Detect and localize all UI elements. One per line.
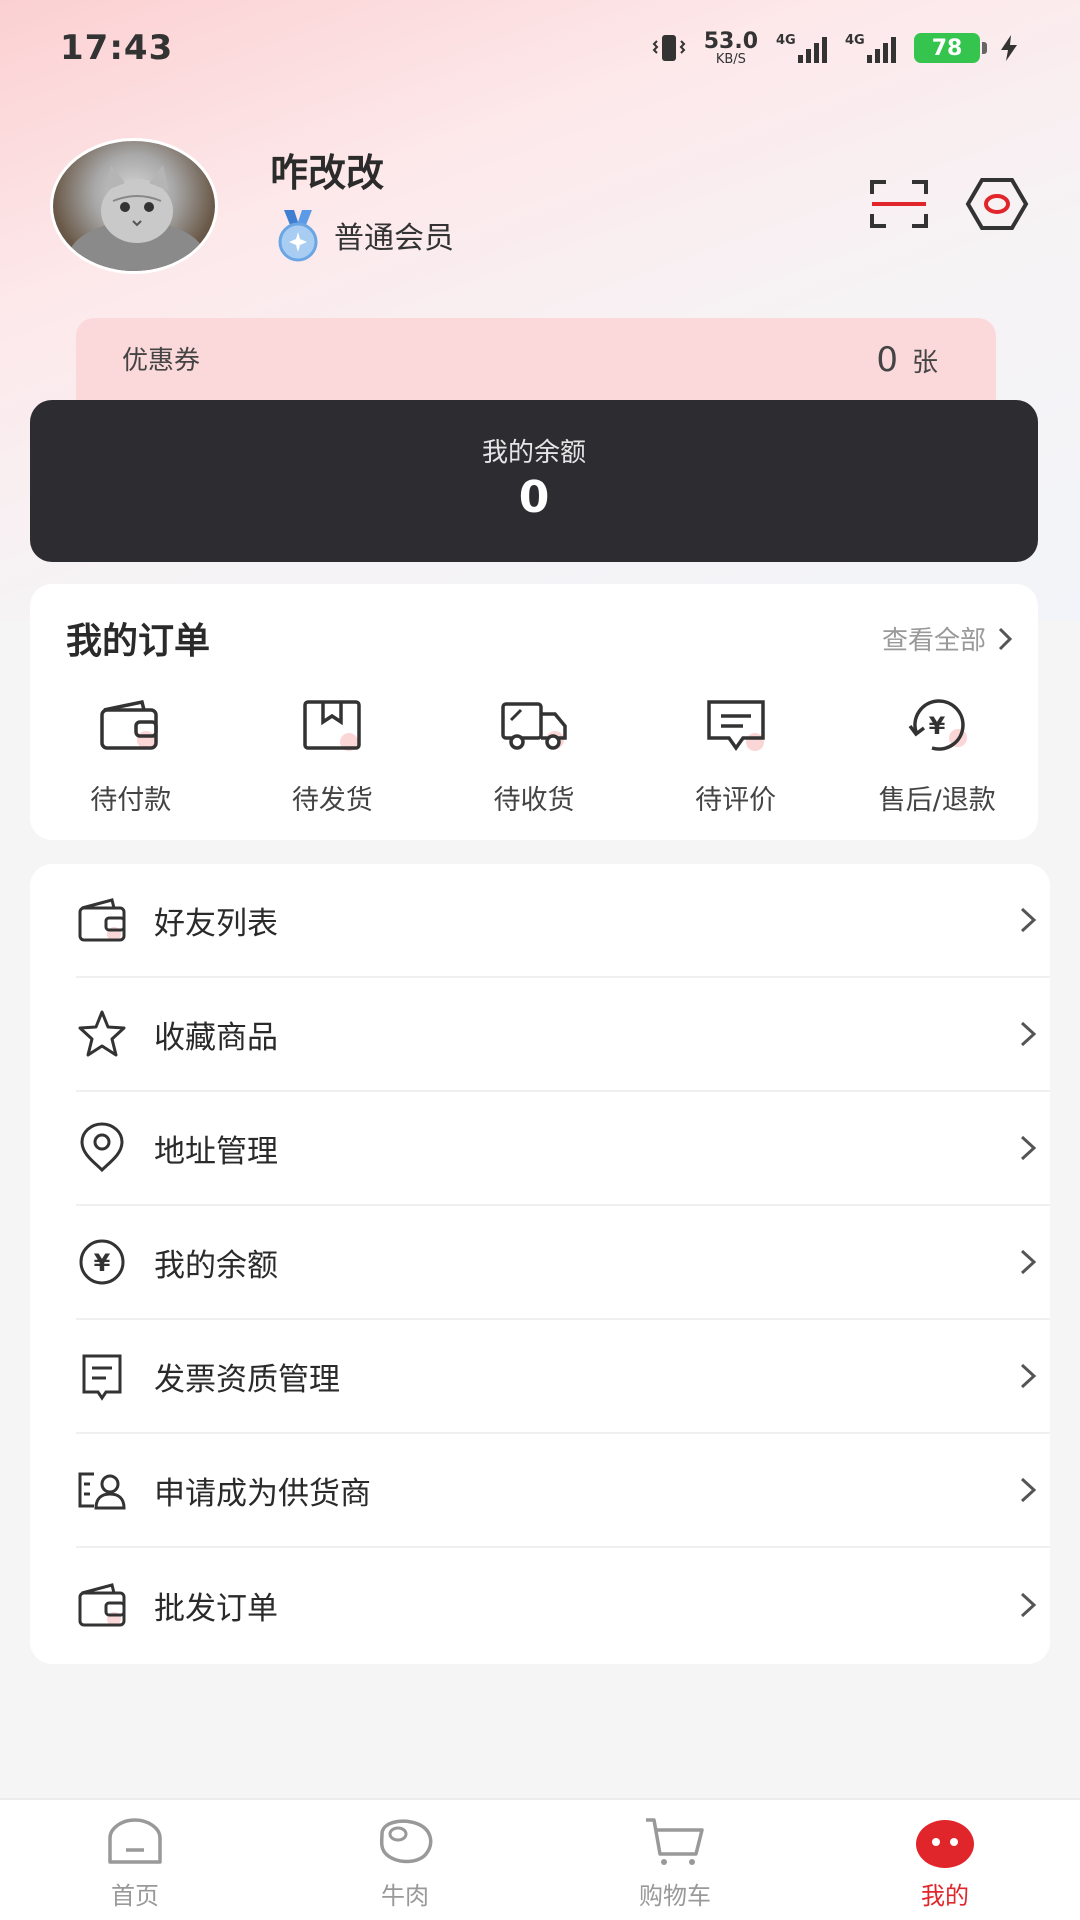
chevron-right-icon [1020, 907, 1037, 933]
signal-2-label: 4G [845, 33, 865, 48]
chevron-right-icon [1020, 1135, 1037, 1161]
vibrate-icon [652, 35, 686, 61]
charging-icon [1001, 35, 1017, 61]
avatar[interactable] [50, 138, 218, 274]
balance-card[interactable]: 我的余额 0 [30, 400, 1038, 562]
chevron-right-icon [1020, 1363, 1037, 1389]
menu-item-balance[interactable]: ¥ 我的余额 [76, 1206, 1050, 1320]
menu-item-wholesale-orders[interactable]: 批发订单 [76, 1548, 1050, 1662]
view-all-orders-link[interactable]: 查看全部 [882, 620, 1014, 657]
medal-icon [278, 210, 318, 262]
wallet-icon [78, 1583, 126, 1627]
bottom-tab-bar: 首页 牛肉 购物车 我的 [0, 1798, 1080, 1920]
signal-1-icon: 4G [776, 33, 827, 63]
order-status-label: 待收货 [493, 785, 575, 816]
settings-button[interactable] [964, 176, 1030, 232]
chevron-right-icon [1020, 1249, 1037, 1275]
signal-1-label: 4G [776, 33, 796, 48]
balance-value: 0 [518, 472, 550, 523]
menu-item-label: 发票资质管理 [154, 1361, 340, 1398]
order-status-list: 待付款 待发货 待收货 待评价 ¥ 售后/退款 [30, 696, 1038, 817]
order-status-to-ship[interactable]: 待发货 [232, 696, 434, 817]
status-bar: 17:43 53.0 KB/S 4G 4G 78 [0, 0, 1080, 96]
chevron-right-icon [998, 627, 1013, 650]
menu-item-label: 好友列表 [154, 905, 278, 942]
network-speed-value: 53.0 [703, 28, 758, 54]
settings-icon [965, 178, 1029, 230]
member-level: 普通会员 [334, 221, 454, 256]
order-status-to-review[interactable]: 待评价 [635, 696, 837, 817]
coupon-label: 优惠券 [122, 346, 201, 376]
network-speed: 53.0 KB/S [703, 28, 758, 67]
home-icon [108, 1818, 162, 1864]
battery-indicator: 78 [914, 33, 987, 63]
supplier-icon [78, 1472, 126, 1510]
tab-label: 购物车 [639, 1882, 711, 1910]
order-status-label: 待付款 [90, 785, 172, 816]
menu-item-label: 收藏商品 [154, 1019, 278, 1056]
menu-item-favorites[interactable]: 收藏商品 [76, 978, 1050, 1092]
menu-item-address[interactable]: 地址管理 [76, 1092, 1050, 1206]
tab-beef[interactable]: 牛肉 [270, 1800, 540, 1920]
order-status-after-sales[interactable]: ¥ 售后/退款 [836, 696, 1038, 817]
order-status-label: 售后/退款 [878, 785, 996, 816]
coupon-bar[interactable]: 优惠券 0张 [76, 318, 996, 408]
comment-icon [706, 700, 765, 752]
coupon-count: 0张 [876, 340, 938, 380]
tab-cart[interactable]: 购物车 [540, 1800, 810, 1920]
location-icon [80, 1122, 124, 1173]
tab-label: 牛肉 [381, 1882, 429, 1910]
member-badge[interactable]: 普通会员 [274, 208, 454, 262]
profile-icon [916, 1820, 974, 1868]
battery-level: 78 [931, 35, 963, 61]
profile-header: 咋改改 普通会员 [50, 138, 1030, 278]
network-speed-unit: KB/S [715, 51, 746, 67]
balance-title: 我的余额 [481, 438, 586, 468]
order-status-pending-payment[interactable]: 待付款 [30, 696, 232, 817]
username: 咋改改 [270, 151, 385, 195]
svg-text:¥: ¥ [929, 712, 946, 740]
menu-list: 好友列表 收藏商品 地址管理 ¥ 我的余额 发票资质管理 申请成为供货商 批发订… [30, 864, 1050, 1664]
meat-icon [379, 1819, 433, 1864]
refund-icon: ¥ [908, 699, 968, 751]
menu-item-label: 批发订单 [154, 1590, 278, 1627]
yen-icon: ¥ [79, 1239, 125, 1285]
scan-icon [870, 180, 928, 228]
wallet-icon [100, 699, 158, 750]
my-orders-section: 我的订单 查看全部 待付款 待发货 待收货 待评价 ¥ 售后/退款 [30, 584, 1038, 840]
tab-profile[interactable]: 我的 [810, 1800, 1080, 1920]
view-all-label: 查看全部 [881, 626, 986, 656]
chevron-right-icon [1020, 1592, 1037, 1618]
menu-item-friends[interactable]: 好友列表 [76, 864, 1050, 978]
coupon-count-value: 0 [876, 340, 898, 380]
status-indicators: 53.0 KB/S 4G 4G 78 [652, 28, 1020, 67]
order-status-to-receive[interactable]: 待收货 [433, 696, 635, 817]
cart-icon [646, 1818, 704, 1865]
menu-item-label: 申请成为供货商 [154, 1475, 371, 1512]
order-status-label: 待评价 [695, 785, 777, 816]
tab-label: 首页 [111, 1882, 159, 1910]
wallet-icon [78, 898, 126, 942]
scan-button[interactable] [868, 178, 930, 230]
chevron-right-icon [1020, 1477, 1037, 1503]
chevron-right-icon [1020, 1021, 1037, 1047]
coupon-count-unit: 张 [911, 348, 938, 378]
menu-item-supplier[interactable]: 申请成为供货商 [76, 1434, 1050, 1548]
truck-icon [501, 702, 567, 750]
orders-title: 我的订单 [66, 621, 211, 662]
tab-home[interactable]: 首页 [0, 1800, 270, 1920]
menu-item-label: 地址管理 [154, 1133, 278, 1170]
order-status-label: 待发货 [291, 785, 373, 816]
tab-label: 我的 [921, 1882, 969, 1910]
invoice-icon [82, 1354, 122, 1401]
menu-item-invoice[interactable]: 发票资质管理 [76, 1320, 1050, 1434]
star-icon [78, 1010, 126, 1057]
svg-text:¥: ¥ [94, 1249, 111, 1277]
signal-2-icon: 4G [845, 33, 896, 63]
status-time: 17:43 [60, 28, 174, 68]
package-icon [303, 700, 362, 751]
menu-item-label: 我的余额 [154, 1247, 278, 1284]
